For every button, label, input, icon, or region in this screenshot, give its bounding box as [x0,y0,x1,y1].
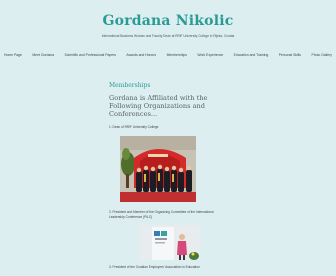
membership-item-1: 1. Dean of RRiF University College [109,124,159,129]
membership-item-2: 2. President and Member of the Organizin… [109,210,214,219]
page-heading: Gordana is Affiliated with the Following… [109,94,208,119]
nav-item-papers[interactable]: Scientific and Professional Papers [65,53,116,57]
nav-item-awards[interactable]: Awards and Honors [126,53,156,57]
nav-item-memberships[interactable]: Memberships [167,53,187,57]
main-navigation: Home Page Meet Gordana Scientific and Pr… [4,53,332,57]
nav-item-education[interactable]: Education and Training [234,53,269,57]
section-title: Memberships [109,82,151,89]
nav-item-photo-gallery[interactable]: Photo Gallery [311,53,332,57]
main-content: Memberships Gordana is Affiliated with t… [109,82,229,270]
nav-item-meet-gordana[interactable]: Meet Gordana [32,53,54,57]
group-photo-image [120,136,196,203]
conference-photo-image [140,225,200,261]
membership-item-3: 3. President of the Croatian Employers' … [109,265,200,270]
nav-item-personal-skills[interactable]: Personal Skills [279,53,301,57]
site-title[interactable]: Gordana Nikolic [0,13,336,29]
group-photo [120,136,196,203]
nav-item-home[interactable]: Home Page [4,53,22,57]
conference-photo [140,225,200,261]
site-tagline: International Business Woman and Faculty… [101,34,235,38]
nav-item-work-experience[interactable]: Work Experience [197,53,223,57]
